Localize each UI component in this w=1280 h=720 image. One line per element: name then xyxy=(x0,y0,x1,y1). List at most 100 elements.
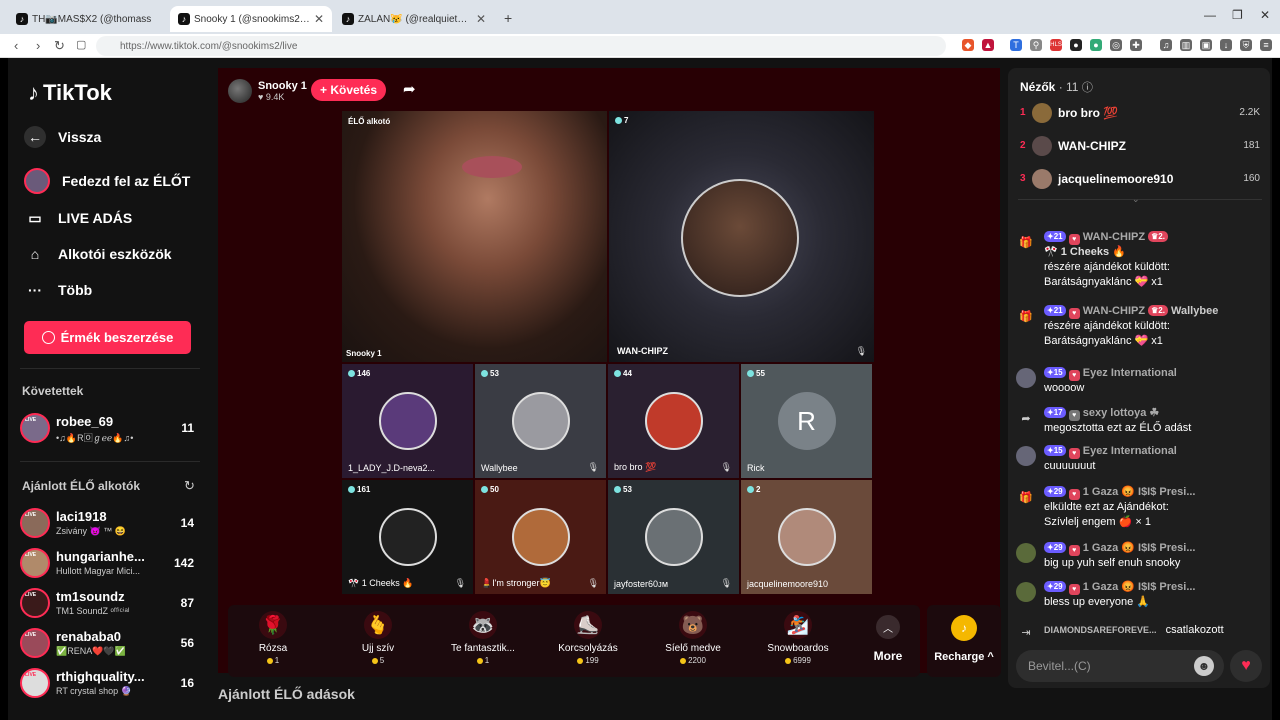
download-icon[interactable]: ↓ xyxy=(1220,39,1232,51)
gift-icon: 🎁 xyxy=(1019,491,1033,504)
back-icon[interactable]: ‹ xyxy=(14,38,18,53)
bear-icon: 🐻 xyxy=(679,611,707,639)
get-coins-button[interactable]: Érmék beszerzése xyxy=(24,321,191,354)
vpn-icon[interactable]: ⛨ xyxy=(1240,39,1252,51)
raccoon-icon: 🦝 xyxy=(469,611,497,639)
chat-username[interactable]: 1 Gaza 😡 I$I$ Presi... xyxy=(1083,486,1196,498)
guest-cell[interactable]: 53 jayfoster60ᴊᴍ 🎙 xyxy=(608,480,739,594)
recommended-item[interactable]: LIVE tm1soundz TM1 SoundZ ᵒᶠᶠⁱᶜⁱᵃˡ 87 xyxy=(20,588,200,624)
chat-text: csatlakozott xyxy=(1165,624,1224,636)
live-badge: LIVE xyxy=(25,417,37,423)
nav-back[interactable]: ← Vissza xyxy=(24,126,101,148)
close-tab-icon[interactable]: ✕ xyxy=(476,12,486,26)
nav-creator-tools[interactable]: ⌂ Alkotói eszközök xyxy=(24,243,172,265)
bookmark-icon[interactable]: ▢ xyxy=(76,38,86,51)
share-arrow-icon[interactable]: ➦ xyxy=(403,80,416,98)
wallet-icon[interactable]: ▣ xyxy=(1200,39,1212,51)
chat-username[interactable]: 1 Gaza 😡 I$I$ Presi... xyxy=(1083,542,1196,554)
address-bar[interactable]: https://www.tiktok.com/@snookims2/live xyxy=(96,36,946,56)
gift-rose[interactable]: 🌹 Rózsa 1 xyxy=(228,611,318,665)
maximize-icon[interactable]: ❐ xyxy=(1232,8,1243,22)
browser-tab-3[interactable]: ♪ ZALÁN😿 (@realquietalpha) ÉLŐ ✕ xyxy=(334,6,494,32)
live-badge: LIVE xyxy=(25,552,37,558)
chat-username[interactable]: Eyez International xyxy=(1083,367,1177,379)
top-viewer[interactable]: 3 jacquelinemoore910 160 xyxy=(1020,167,1260,191)
browser-tab-2[interactable]: ♪ Snooky 1 (@snookims2) ÉLŐ ✕ xyxy=(170,6,332,32)
guest-count: 146 xyxy=(357,369,371,378)
gift-price: 5 xyxy=(333,656,423,665)
minimize-icon[interactable]: — xyxy=(1204,8,1216,22)
muted-mic-icon: 🎙 xyxy=(454,578,466,588)
following-item[interactable]: LIVE robee_69 •♫🔥R🄾ℊℯℯ🔥♫• 11 xyxy=(20,413,200,449)
host-name[interactable]: Snooky 1 xyxy=(258,80,307,92)
media-icon[interactable]: ♫ xyxy=(1160,39,1172,51)
extension-icon[interactable]: ◎ xyxy=(1110,39,1122,51)
new-tab-button[interactable]: + xyxy=(504,10,512,26)
more-gifts-button[interactable]: ︿ More xyxy=(858,611,918,663)
nav-live[interactable]: ▭ LIVE ADÁS xyxy=(24,207,132,229)
recommended-item[interactable]: LIVE rthighquality... RT crystal shop 🔮 … xyxy=(20,668,200,704)
chat-username[interactable]: Eyez International xyxy=(1083,445,1177,457)
chat-username[interactable]: DIAMONDSAREFOREVE... xyxy=(1044,625,1157,635)
gift-you-are-awesome[interactable]: 🦝 Te fantasztik... 1 xyxy=(438,611,528,665)
scroll-down-icon[interactable]: ⌄ xyxy=(1132,194,1140,205)
browser-tab-1[interactable]: ♪ TH📷MAS$X2 (@thomass xyxy=(8,6,168,32)
extension-icon[interactable]: ● xyxy=(1070,39,1082,51)
guest-name: jayfoster60ᴊᴍ xyxy=(614,579,669,589)
host-avatar[interactable] xyxy=(228,79,252,103)
info-icon[interactable]: ⓘ xyxy=(1082,82,1093,94)
gift-skating[interactable]: ⛸️ Korcsolyázás 199 xyxy=(543,611,633,665)
hls-extension-icon[interactable]: HLS xyxy=(1050,39,1062,51)
guest-cell[interactable]: 50 💄I'm stronger😇 🎙 xyxy=(475,480,606,594)
guest-cell[interactable]: 2 jacquelinemoore910 xyxy=(741,480,872,594)
chat-username[interactable]: sexy lottoya ☘ xyxy=(1083,407,1160,419)
fan-badge-icon: ♥ xyxy=(1068,308,1080,319)
nav-more[interactable]: ··· Több xyxy=(24,279,92,301)
extension-icon[interactable]: ⚲ xyxy=(1030,39,1042,51)
creator-subtitle: TM1 SoundZ ᵒᶠᶠⁱᶜⁱᵃˡ xyxy=(56,606,130,616)
gift-ski-bear[interactable]: 🐻 Síelő medve 2200 xyxy=(648,611,738,665)
chat-message: ➦ ✦17 ♥ sexy lottoya ☘ megosztotta ezt a… xyxy=(1016,406,1266,440)
extension-icon[interactable]: ● xyxy=(1090,39,1102,51)
guest-cell[interactable]: 44 bro bro 💯 🎙 xyxy=(608,364,739,478)
recommended-item[interactable]: LIVE hungarianhe... Hullott Magyar Mici.… xyxy=(20,548,200,584)
recharge-button[interactable]: ♪ Recharge ^ xyxy=(927,605,1001,677)
rewards-icon[interactable]: ▲ xyxy=(982,39,994,51)
nav-explore-live[interactable]: Fedezd fel az ÉLŐT xyxy=(24,168,190,194)
close-window-icon[interactable]: ✕ xyxy=(1260,8,1270,22)
guest-cell[interactable]: 53 Wallybee 🎙 xyxy=(475,364,606,478)
forward-icon[interactable]: › xyxy=(36,38,40,53)
top-viewer[interactable]: 1 bro bro 💯 2.2K xyxy=(1020,101,1260,125)
menu-icon[interactable]: ≡ xyxy=(1260,39,1272,51)
recommended-item[interactable]: LIVE renababa0 ✅RENA❤️🖤✅ 56 xyxy=(20,628,200,664)
translate-icon[interactable]: T xyxy=(1010,39,1022,51)
chat-username[interactable]: WAN-CHIPZ xyxy=(1083,305,1145,317)
chat-username[interactable]: WAN-CHIPZ xyxy=(1083,231,1145,243)
follow-button[interactable]: + Követés xyxy=(311,79,386,101)
puzzle-icon[interactable]: ✚ xyxy=(1130,39,1142,51)
skate-icon: ⛸️ xyxy=(574,611,602,639)
sidebar-icon[interactable]: ▥ xyxy=(1180,39,1192,51)
refresh-icon[interactable]: ↻ xyxy=(184,478,195,494)
brave-shield-icon[interactable]: ◆ xyxy=(962,39,974,51)
viewer-count: 142 xyxy=(173,556,194,570)
guest-cell[interactable]: 161 🎌 1 Cheeks 🔥 🎙 xyxy=(342,480,473,594)
recommended-item[interactable]: LIVE laci1918 Zsivány 😈 ™ 😆 14 xyxy=(20,508,200,544)
guest-video-large[interactable]: 7 WAN-CHIPZ 🎙 xyxy=(609,111,874,362)
fan-badge-icon: ♥ xyxy=(1068,234,1080,245)
gift-finger-heart[interactable]: 🫰 Ujj szív 5 xyxy=(333,611,423,665)
reload-icon[interactable]: ↻ xyxy=(54,38,65,54)
host-video[interactable]: ÉLŐ alkotó Snooky 1 xyxy=(342,111,607,362)
chat-input[interactable]: Bevitel...(C) ☻ xyxy=(1016,650,1224,682)
like-heart-button[interactable]: ♥ xyxy=(1230,650,1262,682)
gift-text: Barátságnyaklánc 💝 x1 xyxy=(1044,335,1163,347)
top-viewer[interactable]: 2 WAN-CHIPZ 181 xyxy=(1020,134,1260,158)
guest-cell[interactable]: 146 1_LADY_J.D-neva2... xyxy=(342,364,473,478)
tiktok-logo[interactable]: ♪ TikTok xyxy=(28,80,112,106)
close-tab-icon[interactable]: ✕ xyxy=(314,12,324,26)
chat-username[interactable]: 1 Gaza 😡 I$I$ Presi... xyxy=(1083,581,1196,593)
guest-cell[interactable]: 55 R Rick xyxy=(741,364,872,478)
emoji-icon[interactable]: ☻ xyxy=(1194,656,1214,676)
gift-snowboarder[interactable]: 🏂 Snowboardos 6999 xyxy=(753,611,843,665)
following-title: Követettek xyxy=(22,384,84,398)
